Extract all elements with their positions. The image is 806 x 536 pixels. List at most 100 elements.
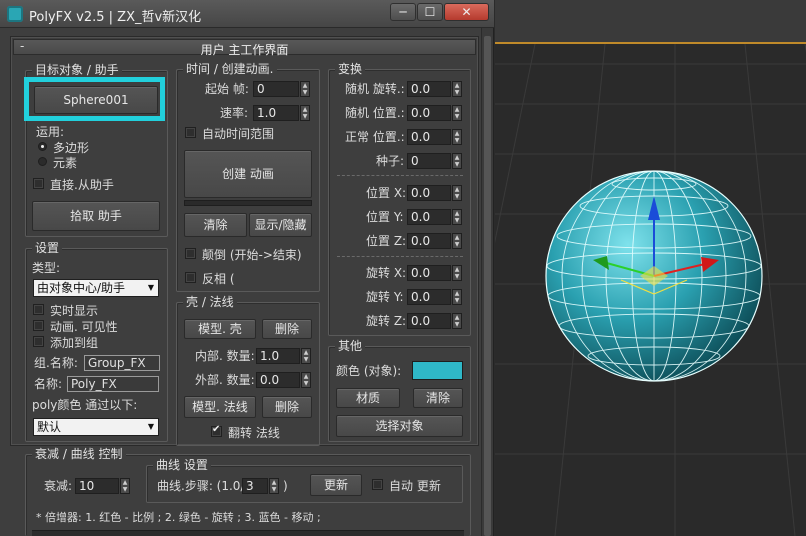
settings-group-title: 设置 xyxy=(32,241,63,255)
spinner-arrows-icon[interactable]: ▲ ▼ xyxy=(300,81,310,97)
title-bar[interactable]: PolyFX v2.5 | ZX_哲v新汉化 ─ ☐ ✕ xyxy=(0,0,494,28)
radio-element[interactable] xyxy=(38,157,47,166)
spinner-arrows-icon[interactable]: ▲ ▼ xyxy=(452,209,462,225)
normal-position-spinner[interactable]: 0.0 ▲ ▼ xyxy=(407,129,463,145)
spinner-arrows-icon[interactable]: ▲ ▼ xyxy=(301,372,311,388)
curve-steps-spinner[interactable]: 3 ▲ ▼ xyxy=(242,478,280,494)
random-position-spinner[interactable]: 0.0 ▲ ▼ xyxy=(407,105,463,121)
pos-z-value[interactable]: 0.0 xyxy=(407,233,451,249)
radio-element-label: 元素 xyxy=(53,156,78,170)
spinner-arrows-icon[interactable]: ▲ ▼ xyxy=(452,185,462,201)
pos-y-value[interactable]: 0.0 xyxy=(407,209,451,225)
seed-value[interactable]: 0 xyxy=(407,153,451,169)
radio-polygon[interactable] xyxy=(38,142,47,151)
direct-helper-checkbox[interactable] xyxy=(33,178,44,189)
create-anim-button[interactable]: 创建 动画 xyxy=(184,150,312,198)
inner-count-spinner[interactable]: 1.0 ▲ ▼ xyxy=(256,348,312,364)
outer-count-value[interactable]: 0.0 xyxy=(256,372,300,388)
falloff-spinner[interactable]: 10 ▲ ▼ xyxy=(75,478,131,494)
delete-shell-button[interactable]: 删除 xyxy=(262,319,312,339)
viewport-canvas[interactable] xyxy=(495,44,806,536)
start-frame-spinner[interactable]: 0 ▲ ▼ xyxy=(253,81,311,97)
rot-x-spinner[interactable]: 0.0 ▲ ▼ xyxy=(407,265,463,281)
rot-y-spinner[interactable]: 0.0 ▲ ▼ xyxy=(407,289,463,305)
spinner-arrows-icon[interactable]: ▲ ▼ xyxy=(452,153,462,169)
auto-range-label: 自动时间范围 xyxy=(202,127,275,141)
add-to-group-checkbox[interactable] xyxy=(33,336,44,347)
update-button[interactable]: 更新 xyxy=(310,474,362,496)
falloff-value[interactable]: 10 xyxy=(75,478,119,494)
reverse-checkbox[interactable] xyxy=(185,248,196,259)
clear-material-button[interactable]: 清除 xyxy=(413,388,463,408)
scrollbar-thumb[interactable] xyxy=(484,36,491,536)
rot-x-value[interactable]: 0.0 xyxy=(407,265,451,281)
rate-label: 速率: xyxy=(220,106,249,120)
rot-z-value[interactable]: 0.0 xyxy=(407,313,451,329)
spinner-arrows-icon[interactable]: ▲ ▼ xyxy=(300,105,310,121)
random-rotation-spinner[interactable]: 0.0 ▲ ▼ xyxy=(407,81,463,97)
auto-update-checkbox[interactable] xyxy=(372,479,383,490)
type-dropdown[interactable]: 由对象中心/助手 ▼ xyxy=(33,279,159,297)
material-button[interactable]: 材质 xyxy=(336,388,400,408)
rate-value[interactable]: 1.0 xyxy=(253,105,299,121)
pick-helper-button[interactable]: 拾取 助手 xyxy=(32,201,160,231)
spinner-arrows-icon[interactable]: ▲ ▼ xyxy=(452,265,462,281)
normal-position-label: 正常 位置.: xyxy=(345,130,405,144)
outer-count-label: 外部. 数量: xyxy=(195,373,255,387)
minimize-button[interactable]: ─ xyxy=(390,3,416,21)
pos-x-spinner[interactable]: 0.0 ▲ ▼ xyxy=(407,185,463,201)
spinner-arrows-icon[interactable]: ▲ ▼ xyxy=(301,348,311,364)
pos-z-spinner[interactable]: 0.0 ▲ ▼ xyxy=(407,233,463,249)
show-hide-button[interactable]: 显示/隐藏 xyxy=(249,213,312,237)
rot-z-spinner[interactable]: 0.0 ▲ ▼ xyxy=(407,313,463,329)
rot-y-value[interactable]: 0.0 xyxy=(407,289,451,305)
spinner-arrows-icon[interactable]: ▲ ▼ xyxy=(452,81,462,97)
group-name-field[interactable]: Group_FX xyxy=(84,355,160,371)
spinner-arrows-icon[interactable]: ▲ ▼ xyxy=(452,129,462,145)
random-position-value[interactable]: 0.0 xyxy=(407,105,451,121)
falloff-label: 衰减: xyxy=(44,479,73,493)
delete-normal-button[interactable]: 删除 xyxy=(262,396,312,418)
outer-count-spinner[interactable]: 0.0 ▲ ▼ xyxy=(256,372,312,388)
curve-steps-value[interactable]: 3 xyxy=(242,478,268,494)
chevron-down-icon: ▼ xyxy=(147,422,154,431)
curve-settings-group-title: 曲线 设置 xyxy=(153,458,211,472)
rollout-header[interactable]: - 用户 主工作界面 xyxy=(13,39,476,57)
normal-position-value[interactable]: 0.0 xyxy=(407,129,451,145)
poly-color-dropdown-value: 默认 xyxy=(37,420,62,434)
spinner-arrows-icon[interactable]: ▲ ▼ xyxy=(452,313,462,329)
inner-count-value[interactable]: 1.0 xyxy=(256,348,300,364)
auto-range-checkbox[interactable] xyxy=(185,127,196,138)
name-label: 名称: xyxy=(34,377,63,391)
poly-color-dropdown[interactable]: 默认 ▼ xyxy=(33,418,159,436)
maximize-button[interactable]: ☐ xyxy=(417,3,443,21)
pos-x-value[interactable]: 0.0 xyxy=(407,185,451,201)
realtime-checkbox[interactable] xyxy=(33,304,44,315)
seed-spinner[interactable]: 0 ▲ ▼ xyxy=(407,153,463,169)
add-to-group-label: 添加到组 xyxy=(50,336,99,350)
model-shell-button[interactable]: 模型. 壳 xyxy=(184,319,256,339)
invert-checkbox[interactable] xyxy=(185,272,196,283)
vertical-scrollbar[interactable] xyxy=(481,28,493,536)
random-rotation-value[interactable]: 0.0 xyxy=(407,81,451,97)
anim-visibility-checkbox[interactable] xyxy=(33,320,44,331)
object-color-swatch[interactable] xyxy=(412,361,463,380)
target-object-button[interactable]: Sphere001 xyxy=(34,86,158,114)
name-field[interactable]: Poly_FX xyxy=(67,376,159,392)
model-normal-button[interactable]: 模型. 法线 xyxy=(184,396,256,418)
clear-anim-button[interactable]: 清除 xyxy=(184,213,247,237)
invert-label: 反相 ( xyxy=(202,272,235,286)
viewport-perspective[interactable] xyxy=(495,0,806,536)
start-frame-value[interactable]: 0 xyxy=(253,81,299,97)
select-object-button[interactable]: 选择对象 xyxy=(336,415,463,437)
spinner-arrows-icon[interactable]: ▲ ▼ xyxy=(452,233,462,249)
other-group-title: 其他 xyxy=(335,339,366,353)
spinner-arrows-icon[interactable]: ▲ ▼ xyxy=(452,105,462,121)
pos-y-spinner[interactable]: 0.0 ▲ ▼ xyxy=(407,209,463,225)
flip-normal-checkbox[interactable] xyxy=(211,424,222,437)
close-button[interactable]: ✕ xyxy=(444,3,489,21)
rate-spinner[interactable]: 1.0 ▲ ▼ xyxy=(253,105,311,121)
spinner-arrows-icon[interactable]: ▲ ▼ xyxy=(120,478,130,494)
spinner-arrows-icon[interactable]: ▲ ▼ xyxy=(269,478,279,494)
spinner-arrows-icon[interactable]: ▲ ▼ xyxy=(452,289,462,305)
